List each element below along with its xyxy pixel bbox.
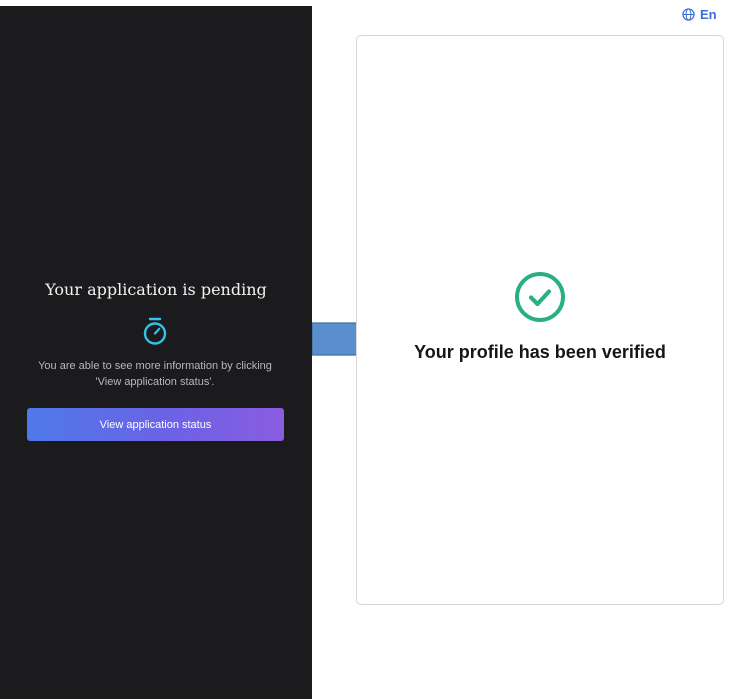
verification-card: Your profile has been verified — [356, 35, 724, 605]
pending-description-line-1: You are able to see more information by … — [38, 360, 272, 372]
globe-icon — [682, 7, 695, 21]
check-circle-icon — [515, 272, 565, 322]
pending-description-line-2: 'View application status'. — [95, 376, 215, 388]
view-application-status-button[interactable]: View application status — [27, 408, 284, 441]
stopwatch-icon — [143, 317, 167, 345]
pending-title: Your application is pending — [45, 280, 267, 299]
language-switcher[interactable]: En — [682, 6, 717, 22]
pending-application-panel: Your application is pending You are able… — [0, 6, 312, 699]
verified-title: Your profile has been verified — [414, 342, 666, 362]
screenshot-canvas: Your application is pending You are able… — [0, 0, 740, 699]
pending-description: You are able to see more information by … — [20, 358, 290, 390]
language-label: En — [700, 6, 717, 22]
